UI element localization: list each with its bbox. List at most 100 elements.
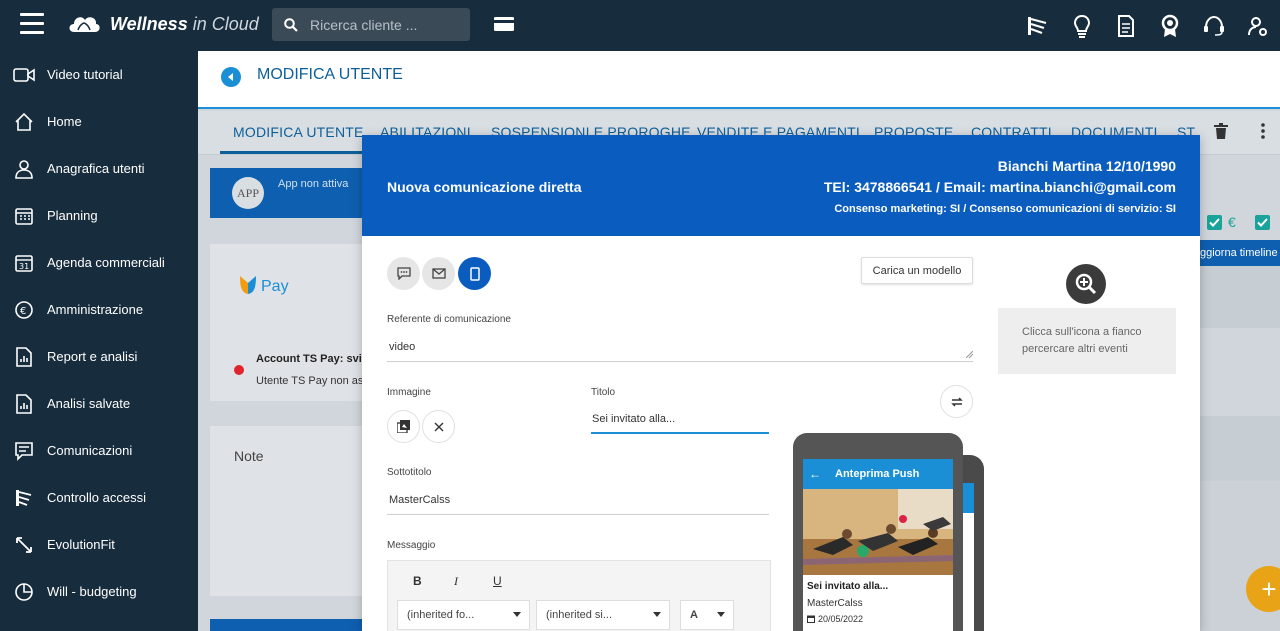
evolution-icon [13,534,35,556]
zoom-search-button[interactable] [1066,264,1106,304]
modal-title: Nuova comunicazione diretta [387,179,582,195]
award-icon[interactable] [1148,0,1192,51]
brand-bold: Wellness [110,13,188,34]
app-status-text: App non attiva [278,178,349,190]
sottotitolo-label: Sottotitolo [387,467,432,478]
font-size-select[interactable]: (inherited si... [536,600,670,630]
mail-icon [431,268,446,279]
brand-rest: in Cloud [192,13,259,34]
italic-button[interactable]: I [454,574,458,589]
zoom-in-icon [1075,273,1097,295]
chevron-down-icon [653,612,661,617]
note-title: Note [234,448,264,464]
bold-button[interactable]: B [413,574,422,588]
ts-account-title: Account TS Pay: svilu [256,353,366,365]
sidebar-item-label: EvolutionFit [47,537,115,552]
search-input[interactable] [310,16,460,33]
calendar-grid-icon [13,205,35,227]
sottotitolo-field[interactable]: MasterCalss [389,494,450,506]
pie-icon [13,581,35,603]
client-contact: TEl: 3478866541 / Email: martina.bianchi… [823,179,1176,195]
modal-header: Nuova comunicazione diretta Bianchi Mart… [362,135,1200,236]
document-icon[interactable] [1104,0,1148,51]
referente-field[interactable]: video [389,341,415,353]
calendar-icon [807,615,815,623]
sidebar-item-will-budgeting[interactable]: Will - budgeting [0,568,198,615]
chevron-down-icon [513,612,521,617]
chevron-down-icon [717,612,725,617]
sidebar-item-amministrazione[interactable]: € Amministrazione [0,286,198,333]
sidebar-item-label: Anagrafica utenti [47,161,145,176]
image-library-icon [397,420,410,433]
card-icon[interactable] [493,16,515,37]
email-mode-button[interactable] [422,257,455,290]
svg-text:€: € [20,306,26,317]
font-family-select[interactable]: (inherited fo... [397,600,530,630]
sidebar-item-controllo-accessi[interactable]: Controllo accessi [0,474,198,521]
referente-label: Referente di comunicazione [387,314,511,325]
sidebar-item-label: Analisi salvate [47,396,131,411]
support-headset-icon[interactable] [1192,0,1236,51]
trash-icon[interactable] [1214,123,1228,144]
sidebar-item-label: Amministrazione [47,302,144,317]
arrow-left-icon [228,73,233,81]
hamburger-menu-icon[interactable] [20,13,44,35]
app-badge: APP [232,177,264,209]
app-logo[interactable]: Wellness in Cloud [66,9,259,39]
swap-button[interactable] [940,385,973,418]
turnstile-icon[interactable] [1016,0,1060,51]
font-family-value: (inherited fo... [407,609,475,621]
pick-image-button[interactable] [387,410,420,443]
sidebar-item-label: Home [47,114,82,129]
remove-image-button[interactable] [422,410,455,443]
referente-underline [387,361,973,362]
swap-arrows-icon [950,396,963,407]
sidebar-item-label: Controllo accessi [47,490,146,505]
sidebar-item-anagrafica-utenti[interactable]: Anagrafica utenti [0,145,198,192]
sidebar-item-label: Will - budgeting [47,584,137,599]
sidebar-item-report-e-analisi[interactable]: Report e analisi [0,333,198,380]
sidebar-item-evolutionfit[interactable]: EvolutionFit [0,521,198,568]
ts-account-sub: Utente TS Pay non ass [256,375,366,387]
calendar-31-icon: 31 [13,252,35,274]
sidebar-item-home[interactable]: Home [0,98,198,145]
pay-label: Pay [261,278,289,295]
report-icon [13,346,35,368]
sidebar-item-comunicazioni[interactable]: Comunicazioni [0,427,198,474]
update-timeline-button[interactable]: ggiorna timeline [1200,240,1280,266]
sidebar-item-planning[interactable]: Planning [0,192,198,239]
sms-mode-button[interactable] [387,257,420,290]
titolo-underline [591,432,769,434]
checkbox-checked[interactable] [1207,215,1222,230]
titolo-field[interactable]: Sei invitato alla... [592,413,675,425]
client-name: Bianchi Martina 12/10/1990 [997,158,1176,174]
text-color-select[interactable]: A [680,600,734,630]
push-mode-button[interactable] [458,257,491,290]
checkbox-checked-2[interactable] [1255,215,1270,230]
video-icon [13,64,35,86]
more-vertical-icon[interactable] [1261,123,1265,144]
tab-modifica-utente[interactable]: MODIFICA UTENTE [233,124,364,140]
saved-analysis-icon [13,393,35,415]
lightbulb-icon[interactable] [1060,0,1104,51]
sidebar: Video tutorial Home Anagrafica utenti Pl… [0,51,198,631]
sidebar-item-label: Video tutorial [47,67,123,82]
sidebar-item-agenda-commerciali[interactable]: 31 Agenda commerciali [0,239,198,286]
close-icon [434,422,443,431]
search-box[interactable] [272,8,470,41]
sidebar-item-video-tutorial[interactable]: Video tutorial [0,51,198,98]
immagine-label: Immagine [387,387,431,398]
push-preview-header: ← Anteprima Push [803,459,953,489]
underline-button[interactable]: U [493,574,502,588]
user-settings-icon[interactable] [1236,0,1280,51]
sidebar-item-analisi-salvate[interactable]: Analisi salvate [0,380,198,427]
active-tab-indicator [220,151,364,154]
home-icon [13,111,35,133]
search-icon [284,17,298,32]
load-template-button[interactable]: Carica un modello [861,257,973,284]
euro-icon: € [13,299,35,321]
arrow-left-icon: ← [809,467,821,481]
back-button[interactable] [221,67,241,87]
smartphone-icon [469,266,480,281]
chat-bubble-icon [396,267,411,280]
